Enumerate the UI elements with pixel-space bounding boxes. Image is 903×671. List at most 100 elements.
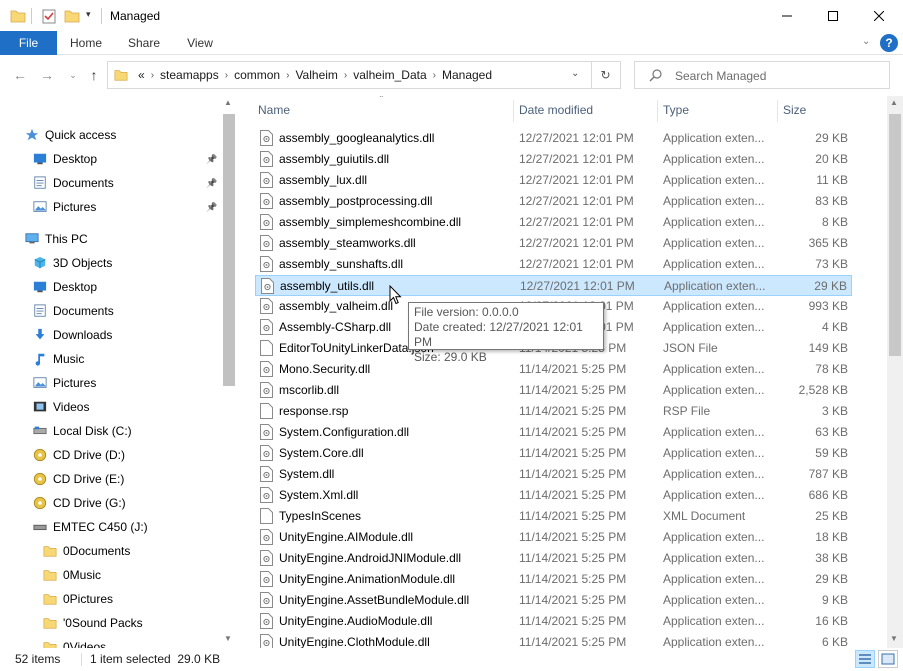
sidebar-item-documents[interactable]: Documents — [0, 300, 220, 322]
breadcrumb-common[interactable]: common — [234, 68, 280, 82]
refresh-button[interactable]: ↻ — [591, 61, 621, 89]
sidebar-item-cd-drive-g[interactable]: CD Drive (G:) — [0, 492, 220, 514]
file-row[interactable]: UnityEngine.AudioModule.dll 11/14/2021 5:… — [255, 611, 852, 632]
file-row[interactable]: System.dll 11/14/2021 5:25 PM Application … — [255, 464, 852, 485]
scroll-down-icon[interactable]: ▼ — [224, 634, 232, 643]
tab-share[interactable]: Share — [120, 31, 168, 55]
chevron-right-icon[interactable]: › — [344, 70, 347, 81]
column-header-type[interactable]: Type — [663, 96, 778, 124]
customize-qat-icon[interactable]: ▾ — [86, 9, 91, 20]
column-header-size[interactable]: Size — [783, 96, 853, 124]
new-folder-icon[interactable] — [64, 8, 80, 24]
tab-home[interactable]: Home — [62, 31, 110, 55]
forward-button[interactable]: → — [37, 66, 57, 84]
sidebar-item-pictures[interactable]: Pictures 📌 — [0, 196, 220, 218]
breadcrumb-steamapps[interactable]: steamapps — [160, 68, 219, 82]
chevron-right-icon[interactable]: › — [433, 70, 436, 81]
search-input[interactable]: Search Managed — [675, 69, 766, 83]
help-icon[interactable]: ? — [880, 34, 898, 52]
column-divider[interactable] — [777, 100, 778, 122]
sidebar-item-this-pc[interactable]: This PC — [0, 228, 220, 250]
file-row[interactable]: UnityEngine.AssetBundleModule.dll 11/14/2… — [255, 590, 852, 611]
file-row[interactable]: assembly_googleanalytics.dll 12/27/2021 1… — [255, 128, 852, 149]
breadcrumb-valheim-data[interactable]: valheim_Data — [353, 68, 426, 82]
file-row[interactable]: assembly_lux.dll 12/27/2021 12:01 PM Appli… — [255, 170, 852, 191]
chevron-right-icon[interactable]: › — [286, 70, 289, 81]
close-button[interactable] — [856, 0, 902, 31]
chevron-right-icon[interactable]: › — [151, 70, 154, 81]
file-row[interactable]: assembly_postprocessing.dll 12/27/2021 12… — [255, 191, 852, 212]
breadcrumb-overflow[interactable]: « — [138, 68, 145, 82]
file-row[interactable]: UnityEngine.AIModule.dll 11/14/2021 5:25 … — [255, 527, 852, 548]
file-row[interactable]: System.Configuration.dll 11/14/2021 5:25 … — [255, 422, 852, 443]
address-bar[interactable]: « › steamapps › common › Valheim › valhe… — [107, 61, 592, 89]
recent-locations-button[interactable]: ⌄ — [63, 66, 83, 84]
sidebar-item-0music[interactable]: 0Music — [0, 564, 220, 586]
up-button[interactable]: ↑ — [84, 66, 104, 84]
sidebar-item-0documents[interactable]: 0Documents — [0, 540, 220, 562]
large-icons-view-button[interactable] — [878, 650, 898, 668]
sidebar-item-label: Downloads — [53, 328, 113, 342]
column-divider[interactable] — [513, 100, 514, 122]
folder-icon — [43, 642, 57, 648]
tab-view[interactable]: View — [177, 31, 223, 55]
search-box[interactable]: Search Managed — [634, 61, 890, 89]
file-row[interactable]: assembly_sunshafts.dll 12/27/2021 12:01 P… — [255, 254, 852, 275]
column-header-name[interactable]: Name — [258, 96, 512, 124]
file-list-scrollbar[interactable]: ▲ ▼ — [887, 96, 903, 648]
sidebar-item-pictures[interactable]: Pictures — [0, 372, 220, 394]
sidebar-item-downloads[interactable]: Downloads — [0, 324, 220, 346]
file-row[interactable]: mscorlib.dll 11/14/2021 5:25 PM Applicatio… — [255, 380, 852, 401]
sidebar-item-quick-access[interactable]: Quick access — [0, 124, 220, 146]
maximize-button[interactable] — [810, 0, 856, 31]
tab-file[interactable]: File — [0, 31, 57, 55]
sidebar-item-music[interactable]: Music — [0, 348, 220, 370]
file-row[interactable]: assembly_utils.dll 12/27/2021 12:01 PM App… — [255, 275, 852, 296]
column-divider[interactable] — [657, 100, 658, 122]
details-view-button[interactable] — [855, 650, 875, 668]
file-row[interactable]: response.rsp 11/14/2021 5:25 PM RSP File 3 … — [255, 401, 852, 422]
sidebar-item-desktop[interactable]: Desktop 📌 — [0, 148, 220, 170]
sidebar-item-videos[interactable]: Videos — [0, 396, 220, 418]
dll-icon — [260, 130, 273, 146]
address-dropdown-icon[interactable]: ⌄ — [571, 68, 579, 79]
expand-ribbon-icon[interactable]: ⌄ — [862, 36, 870, 47]
file-name: assembly_guiutils.dll — [279, 152, 390, 166]
scroll-up-icon[interactable]: ▲ — [890, 98, 898, 107]
sidebar-item-documents[interactable]: Documents 📌 — [0, 172, 220, 194]
file-size: 11 KB — [816, 173, 848, 187]
sidebar-item-cd-drive-d[interactable]: CD Drive (D:) — [0, 444, 220, 466]
sidebar-item-0sound-packs[interactable]: '0Sound Packs — [0, 612, 220, 634]
file-row[interactable]: TypesInScenes 11/14/2021 5:25 PM XML Docum… — [255, 506, 852, 527]
sidebar-item-emtec-c450-j[interactable]: EMTEC C450 (J:) — [0, 516, 220, 538]
properties-icon[interactable] — [41, 8, 57, 24]
file-row[interactable]: assembly_simplemeshcombine.dll 12/27/2021… — [255, 212, 852, 233]
sidebar-item-3d-objects[interactable]: 3D Objects — [0, 252, 220, 274]
nav-scrollbar[interactable]: ▲ ▼ — [221, 96, 237, 648]
sidebar-item-local-disk-c[interactable]: Local Disk (C:) — [0, 420, 220, 442]
file-row[interactable]: System.Core.dll 11/14/2021 5:25 PM Applica… — [255, 443, 852, 464]
chevron-right-icon[interactable]: › — [225, 70, 228, 81]
minimize-button[interactable] — [764, 0, 810, 31]
sidebar-item-0pictures[interactable]: 0Pictures — [0, 588, 220, 610]
sidebar-item-0videos[interactable]: 0Videos — [0, 636, 220, 648]
file-list-scroll-thumb[interactable] — [889, 114, 901, 356]
scroll-up-icon[interactable]: ▲ — [224, 98, 232, 107]
file-row[interactable]: System.Xml.dll 11/14/2021 5:25 PM Applicat… — [255, 485, 852, 506]
file-row[interactable]: assembly_steamworks.dll 12/27/2021 12:01 … — [255, 233, 852, 254]
back-button[interactable]: ← — [10, 66, 30, 84]
file-row[interactable]: assembly_guiutils.dll 12/27/2021 12:01 PM… — [255, 149, 852, 170]
sidebar-item-desktop[interactable]: Desktop — [0, 276, 220, 298]
nav-scroll-thumb[interactable] — [223, 114, 235, 386]
column-header-date[interactable]: Date modified — [519, 96, 657, 124]
file-size: 8 KB — [821, 215, 848, 229]
file-row[interactable]: UnityEngine.AndroidJNIModule.dll 11/14/20… — [255, 548, 852, 569]
breadcrumb-valheim[interactable]: Valheim — [295, 68, 337, 82]
sidebar-item-cd-drive-e[interactable]: CD Drive (E:) — [0, 468, 220, 490]
scroll-down-icon[interactable]: ▼ — [890, 634, 898, 643]
file-row[interactable]: UnityEngine.ClothModule.dll 11/14/2021 5:… — [255, 632, 852, 648]
file-row[interactable]: UnityEngine.AnimationModule.dll 11/14/202… — [255, 569, 852, 590]
file-size: 2,528 KB — [798, 383, 848, 397]
folder-icon[interactable] — [10, 8, 26, 24]
breadcrumb-managed[interactable]: Managed — [442, 68, 492, 82]
